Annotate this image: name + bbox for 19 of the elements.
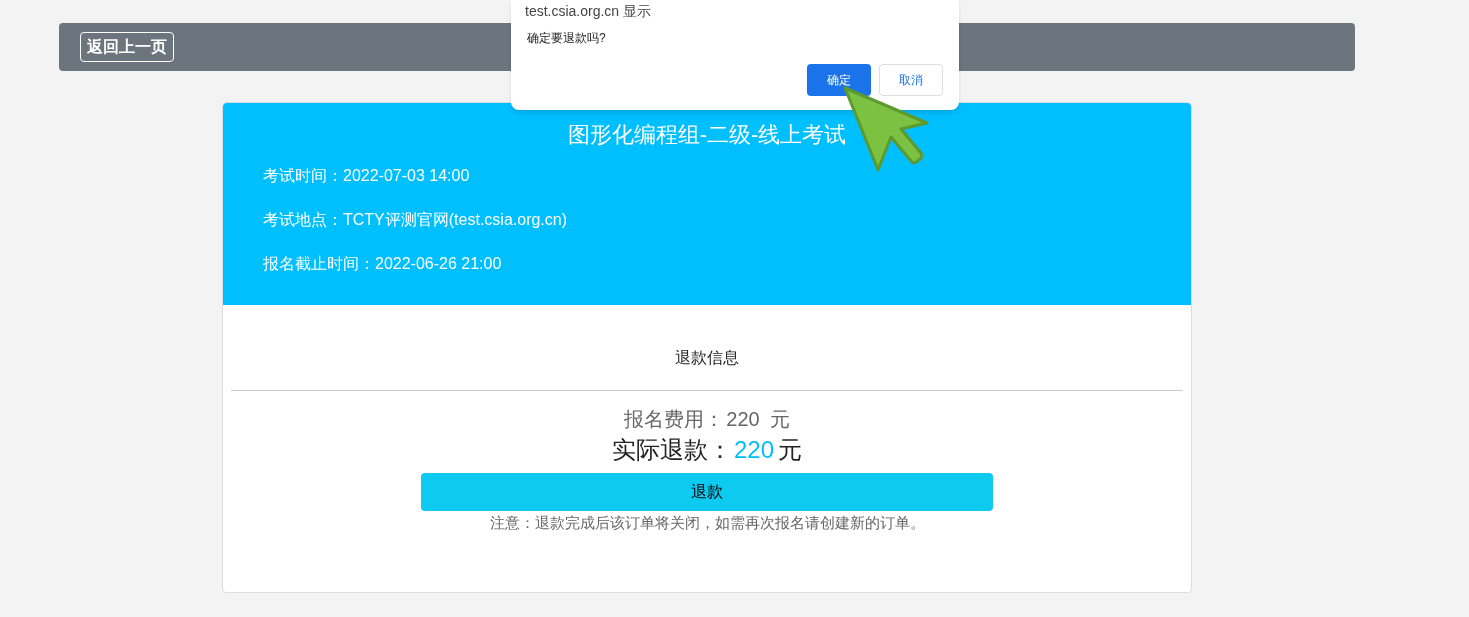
cancel-button[interactable]: 取消: [879, 64, 943, 96]
refund-note: 注意：退款完成后该订单将关闭，如需再次报名请创建新的订单。: [489, 513, 925, 533]
fee-amount: 220: [726, 407, 760, 432]
fee-label: 报名费用：: [624, 407, 725, 432]
confirm-button[interactable]: 确定: [807, 64, 871, 96]
exam-title: 图形化编程组-二级-线上考试: [567, 121, 847, 149]
exam-detail: 考试时间：2022-07-03 14:00: [263, 166, 471, 186]
back-button[interactable]: 返回上一页: [80, 32, 174, 62]
actual-refund-amount: 220: [733, 435, 774, 465]
refund-heading: 退款信息: [675, 348, 739, 368]
actual-refund-label: 实际退款：: [611, 435, 732, 465]
exam-detail: 报名截止时间：2022-06-26 21:00: [263, 254, 503, 274]
pointer-arrow-icon: [843, 86, 929, 172]
refund-button[interactable]: 退款: [421, 473, 993, 511]
dialog-message: 确定要退款吗?: [527, 30, 606, 47]
fee-unit: 元: [769, 407, 790, 432]
actual-refund-unit: 元: [778, 435, 802, 465]
dialog-origin: test.csia.org.cn 显示: [525, 2, 652, 21]
exam-detail: 考试地点：TCTY评测官网(test.csia.org.cn): [263, 210, 569, 230]
